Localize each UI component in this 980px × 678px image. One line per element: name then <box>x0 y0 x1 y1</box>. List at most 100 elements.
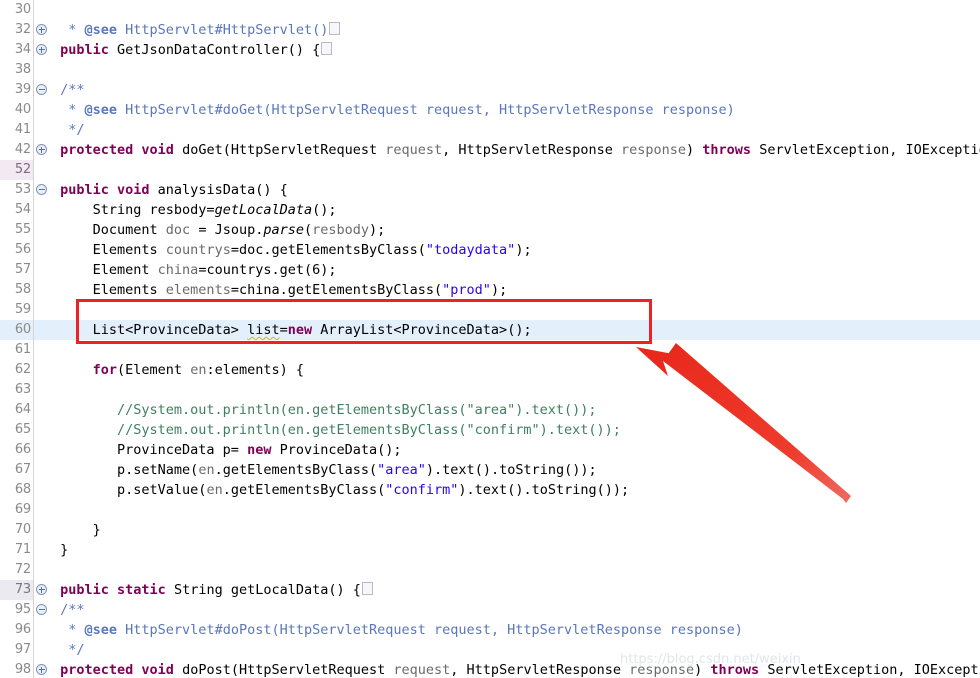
fold-expand-icon[interactable] <box>36 144 47 155</box>
code-line[interactable]: 98 protected void doPost(HttpServletRequ… <box>0 660 980 678</box>
code-text[interactable]: ProvinceData p= new ProvinceData(); <box>52 440 402 460</box>
code-text[interactable]: Document doc = Jsoup.parse(resbody); <box>52 220 386 240</box>
line-number[interactable]: 54 <box>0 200 33 220</box>
line-number[interactable]: 63 <box>0 380 33 400</box>
line-number[interactable]: 69 <box>0 500 33 520</box>
line-number[interactable]: 68 <box>0 480 33 500</box>
code-line[interactable]: 52 <box>0 160 980 180</box>
line-number[interactable]: 98 <box>0 660 33 678</box>
collapsed-region-icon[interactable] <box>329 22 341 35</box>
line-number[interactable]: 61 <box>0 340 33 360</box>
code-line[interactable]: 59 <box>0 300 980 320</box>
code-line[interactable]: 55 Document doc = Jsoup.parse(resbody); <box>0 220 980 240</box>
line-number[interactable]: 71 <box>0 540 33 560</box>
code-text[interactable]: /** <box>52 600 84 620</box>
code-line[interactable]: 73 public static String getLocalData() { <box>0 580 980 600</box>
code-line[interactable]: 42 protected void doGet(HttpServletReque… <box>0 140 980 160</box>
code-line[interactable]: 39 /** <box>0 80 980 100</box>
line-number[interactable]: 55 <box>0 220 33 240</box>
code-text[interactable]: * @see HttpServlet#doPost(HttpServletReq… <box>52 620 743 640</box>
code-text[interactable]: * @see HttpServlet#HttpServlet() <box>52 20 341 40</box>
code-line[interactable]: 95 /** <box>0 600 980 620</box>
fold-expand-icon[interactable] <box>36 24 47 35</box>
line-number[interactable]: 56 <box>0 240 33 260</box>
fold-expand-icon[interactable] <box>36 584 47 595</box>
code-text[interactable]: for(Element en:elements) { <box>52 360 304 380</box>
code-text[interactable]: Elements countrys=doc.getElementsByClass… <box>52 240 532 260</box>
code-text[interactable]: //System.out.println(en.getElementsByCla… <box>52 420 621 440</box>
line-number[interactable]: 34 <box>0 40 33 60</box>
code-line[interactable]: 60 List<ProvinceData> list=new ArrayList… <box>0 320 980 340</box>
line-number[interactable]: 30 <box>0 0 33 20</box>
code-line[interactable]: 58 Elements elements=china.getElementsBy… <box>0 280 980 300</box>
code-line[interactable]: 62 for(Element en:elements) { <box>0 360 980 380</box>
code-line[interactable]: 96 * @see HttpServlet#doPost(HttpServlet… <box>0 620 980 640</box>
code-text[interactable]: public GetJsonDataController() { <box>52 40 333 60</box>
line-number[interactable]: 40 <box>0 100 33 120</box>
code-text[interactable]: protected void doGet(HttpServletRequest … <box>52 140 980 160</box>
line-number[interactable]: 66 <box>0 440 33 460</box>
line-number[interactable]: 41 <box>0 120 33 140</box>
fold-expand-icon[interactable] <box>36 664 47 675</box>
line-number[interactable]: 32 <box>0 20 33 40</box>
code-text[interactable]: String resbody=getLocalData(); <box>52 200 337 220</box>
code-line-list[interactable]: 30 32 * @see HttpServlet#HttpServlet() 34 … <box>0 0 980 678</box>
code-line[interactable]: 72 <box>0 560 980 580</box>
code-text[interactable]: //System.out.println(en.getElementsByCla… <box>52 400 597 420</box>
line-number[interactable]: 39 <box>0 80 33 100</box>
line-number[interactable]: 96 <box>0 620 33 640</box>
fold-expand-icon[interactable] <box>36 44 47 55</box>
fold-collapse-icon[interactable] <box>36 604 47 615</box>
line-number[interactable]: 64 <box>0 400 33 420</box>
collapsed-region-icon[interactable] <box>361 582 373 595</box>
line-number[interactable]: 67 <box>0 460 33 480</box>
line-number[interactable]: 38 <box>0 60 33 80</box>
code-text[interactable]: Elements elements=china.getElementsByCla… <box>52 280 508 300</box>
line-number[interactable]: 72 <box>0 560 33 580</box>
code-line[interactable]: 71 } <box>0 540 980 560</box>
line-number[interactable]: 73 <box>0 580 33 600</box>
line-number[interactable]: 52 <box>0 160 33 180</box>
code-line[interactable]: 97 */ <box>0 640 980 660</box>
line-number[interactable]: 57 <box>0 260 33 280</box>
code-text[interactable]: public void analysisData() { <box>52 180 288 200</box>
line-number[interactable]: 58 <box>0 280 33 300</box>
code-line[interactable]: 41 */ <box>0 120 980 140</box>
code-text[interactable]: protected void doPost(HttpServletRequest… <box>52 660 980 678</box>
line-number[interactable]: 70 <box>0 520 33 540</box>
code-line[interactable]: 30 <box>0 0 980 20</box>
line-number[interactable]: 62 <box>0 360 33 380</box>
code-line[interactable]: 66 ProvinceData p= new ProvinceData(); <box>0 440 980 460</box>
code-text[interactable]: } <box>52 520 101 540</box>
line-number[interactable]: 59 <box>0 300 33 320</box>
code-line[interactable]: 61 <box>0 340 980 360</box>
code-line[interactable]: 64 //System.out.println(en.getElementsBy… <box>0 400 980 420</box>
code-line[interactable]: 32 * @see HttpServlet#HttpServlet() <box>0 20 980 40</box>
line-number[interactable]: 65 <box>0 420 33 440</box>
code-line[interactable]: 40 * @see HttpServlet#doGet(HttpServletR… <box>0 100 980 120</box>
line-number[interactable]: 42 <box>0 140 33 160</box>
code-line[interactable]: 69 <box>0 500 980 520</box>
code-text[interactable]: p.setName(en.getElementsByClass("area").… <box>52 460 597 480</box>
code-line[interactable]: 54 String resbody=getLocalData(); <box>0 200 980 220</box>
code-line[interactable]: 56 Elements countrys=doc.getElementsByCl… <box>0 240 980 260</box>
code-text[interactable]: */ <box>52 120 84 140</box>
code-line[interactable]: 57 Element china=countrys.get(6); <box>0 260 980 280</box>
code-text[interactable]: Element china=countrys.get(6); <box>52 260 337 280</box>
code-editor-viewport[interactable]: 30 32 * @see HttpServlet#HttpServlet() 34 … <box>0 0 980 678</box>
code-line[interactable]: 68 p.setValue(en.getElementsByClass("con… <box>0 480 980 500</box>
code-line[interactable]: 53 public void analysisData() { <box>0 180 980 200</box>
fold-collapse-icon[interactable] <box>36 184 47 195</box>
fold-collapse-icon[interactable] <box>36 84 47 95</box>
code-text[interactable]: * @see HttpServlet#doGet(HttpServletRequ… <box>52 100 735 120</box>
line-number[interactable]: 95 <box>0 600 33 620</box>
code-text[interactable]: } <box>52 540 68 560</box>
line-number[interactable]: 60 <box>0 320 33 340</box>
code-text[interactable]: List<ProvinceData> list=new ArrayList<Pr… <box>52 320 532 340</box>
code-line[interactable]: 65 //System.out.println(en.getElementsBy… <box>0 420 980 440</box>
code-line[interactable]: 38 <box>0 60 980 80</box>
code-line[interactable]: 70 } <box>0 520 980 540</box>
line-number[interactable]: 97 <box>0 640 33 660</box>
code-text[interactable]: p.setValue(en.getElementsByClass("confir… <box>52 480 629 500</box>
code-line[interactable]: 67 p.setName(en.getElementsByClass("area… <box>0 460 980 480</box>
